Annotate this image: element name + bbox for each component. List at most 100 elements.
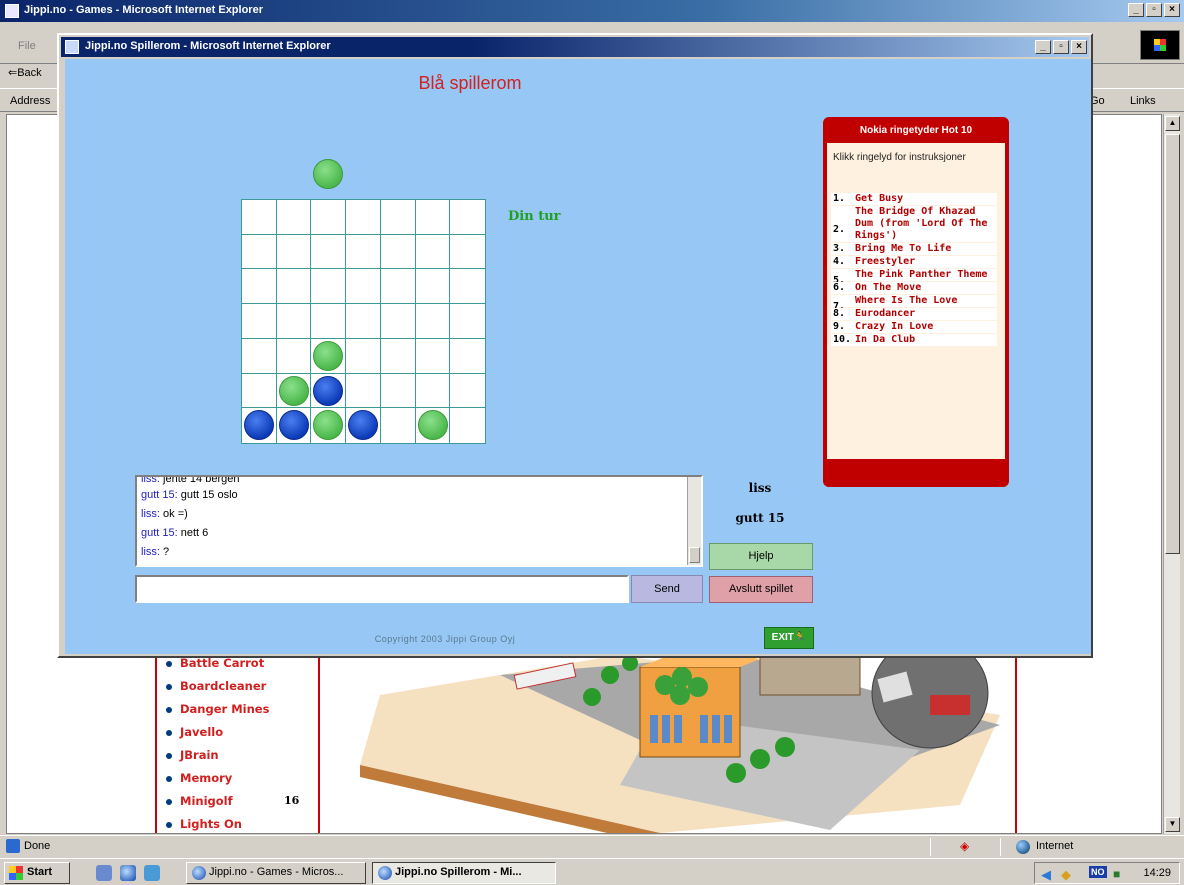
close-button[interactable]: × <box>1071 40 1087 54</box>
board-cell[interactable] <box>380 338 416 374</box>
links-button[interactable]: Links <box>1130 95 1156 107</box>
chat-log[interactable]: liss: jente 14 bergen gutt 15: gutt 15 o… <box>135 475 703 567</box>
start-button[interactable]: Start <box>4 862 70 884</box>
ringtone-item[interactable]: 4. Freestyler <box>831 256 997 268</box>
ringtone-item[interactable]: 1. Get Busy <box>831 193 997 205</box>
monitor-icon[interactable]: ■ <box>1113 867 1127 881</box>
board-cell[interactable] <box>415 200 451 235</box>
taskbar-item-games-window[interactable]: Jippi.no - Games - Micros... <box>186 862 366 884</box>
board-cell[interactable] <box>242 200 277 235</box>
ringtone-item[interactable]: 2. The Bridge Of Khazad Dum (from 'Lord O… <box>831 206 997 242</box>
board-cell[interactable] <box>242 408 277 443</box>
board-cell[interactable] <box>242 373 277 409</box>
board-cell[interactable] <box>450 235 485 270</box>
game-link-jbrain[interactable]: JBrain <box>166 748 269 771</box>
board-cell[interactable] <box>346 338 381 374</box>
board-cell[interactable] <box>242 304 277 339</box>
scroll-down-button[interactable]: ▼ <box>1165 817 1180 832</box>
board-cell[interactable] <box>311 373 347 409</box>
board-cell[interactable] <box>346 373 381 409</box>
board-cell[interactable] <box>277 408 312 443</box>
ringtone-item[interactable]: 5. The Pink Panther Theme <box>831 269 997 286</box>
board-cell[interactable] <box>311 234 347 270</box>
language-indicator[interactable]: NO <box>1089 866 1107 878</box>
board-cell[interactable] <box>276 304 312 339</box>
help-button[interactable]: Hjelp <box>709 543 813 570</box>
board-cell[interactable] <box>380 304 416 339</box>
board-cell[interactable] <box>276 373 312 409</box>
board-cell[interactable] <box>450 374 485 409</box>
board-cell[interactable] <box>416 408 451 443</box>
board-cell[interactable] <box>276 269 312 305</box>
ringtone-item[interactable]: 8. Eurodancer <box>831 308 997 320</box>
back-button[interactable]: ⇐Back <box>8 66 42 79</box>
chat-input[interactable] <box>135 575 629 603</box>
board-cell[interactable] <box>346 200 381 235</box>
close-button[interactable]: × <box>1164 3 1180 17</box>
chat-line: gutt 15: nett 6 <box>141 527 208 539</box>
game-link-javello[interactable]: Javello <box>166 725 269 748</box>
drop-disc[interactable] <box>313 159 343 189</box>
background-vertical-scrollbar[interactable]: ▲ ▼ <box>1163 114 1180 834</box>
board-cell[interactable] <box>311 269 347 305</box>
minimize-button[interactable]: _ <box>1035 40 1051 54</box>
maximize-button[interactable]: ▫ <box>1053 40 1069 54</box>
network-icon[interactable]: ◆ <box>1061 867 1075 882</box>
board-cell[interactable] <box>450 269 485 305</box>
board-cell[interactable] <box>346 408 381 443</box>
board-cell[interactable] <box>242 234 277 270</box>
game-link-memory[interactable]: Memory <box>166 771 269 794</box>
board-cell[interactable] <box>276 234 312 270</box>
internet-explorer-icon[interactable] <box>120 865 136 881</box>
ringtone-item[interactable]: 3. Bring Me To Life <box>831 243 997 255</box>
chat-scroll-thumb[interactable] <box>689 547 700 563</box>
board-cell[interactable] <box>311 304 347 339</box>
board-cell[interactable] <box>381 408 416 443</box>
board-cell[interactable] <box>311 200 347 235</box>
chat-scrollbar[interactable] <box>687 477 701 565</box>
scroll-thumb[interactable] <box>1165 134 1180 554</box>
taskbar-item-spillerom-window[interactable]: Jippi.no Spillerom - Mi... <box>372 862 556 884</box>
ringtone-item[interactable]: 7. Where Is The Love <box>831 295 997 312</box>
scroll-up-button[interactable]: ▲ <box>1165 116 1180 131</box>
board-cell[interactable] <box>450 200 485 235</box>
board-cell[interactable] <box>242 338 277 374</box>
menu-file[interactable]: File <box>18 40 36 52</box>
exit-button[interactable]: EXIT🏃 <box>764 627 814 649</box>
board-cell[interactable] <box>415 304 451 339</box>
show-desktop-icon[interactable] <box>96 865 112 881</box>
maximize-button[interactable]: ▫ <box>1146 3 1162 17</box>
board-cell[interactable] <box>380 269 416 305</box>
board-cell[interactable] <box>450 304 485 339</box>
board-cell[interactable] <box>311 408 347 443</box>
minimize-button[interactable]: _ <box>1128 3 1144 17</box>
game-link-minigolf[interactable]: Minigolf 16 <box>166 794 299 817</box>
board-cell[interactable] <box>415 269 451 305</box>
board-cell[interactable] <box>346 234 381 270</box>
board-cell[interactable] <box>380 200 416 235</box>
ringtone-item[interactable]: 6. On The Move <box>831 282 997 294</box>
board-cell[interactable] <box>276 338 312 374</box>
board-cell[interactable] <box>380 234 416 270</box>
board-cell[interactable] <box>276 200 312 235</box>
quit-game-button[interactable]: Avslutt spillet <box>709 576 813 603</box>
outlook-express-icon[interactable] <box>144 865 160 881</box>
board-cell[interactable] <box>450 339 485 374</box>
game-link-danger-mines[interactable]: Danger Mines <box>166 702 269 725</box>
board-cell[interactable] <box>346 269 381 305</box>
game-link-boardcleaner[interactable]: Boardcleaner <box>166 679 269 702</box>
volume-icon[interactable]: ◀ <box>1041 867 1055 882</box>
ringtone-item[interactable]: 9. Crazy In Love <box>831 321 997 333</box>
board-cell[interactable] <box>415 338 451 374</box>
game-link-battle-carrot[interactable]: Battle Carrot <box>166 656 269 679</box>
board-cell[interactable] <box>415 373 451 409</box>
board-cell[interactable] <box>311 338 347 374</box>
board-cell[interactable] <box>450 408 485 443</box>
board-cell[interactable] <box>380 373 416 409</box>
game-board[interactable] <box>241 199 486 444</box>
ringtone-item[interactable]: 10. In Da Club <box>831 334 997 346</box>
send-button[interactable]: Send <box>631 575 703 603</box>
board-cell[interactable] <box>415 234 451 270</box>
board-cell[interactable] <box>346 304 381 339</box>
board-cell[interactable] <box>242 269 277 305</box>
